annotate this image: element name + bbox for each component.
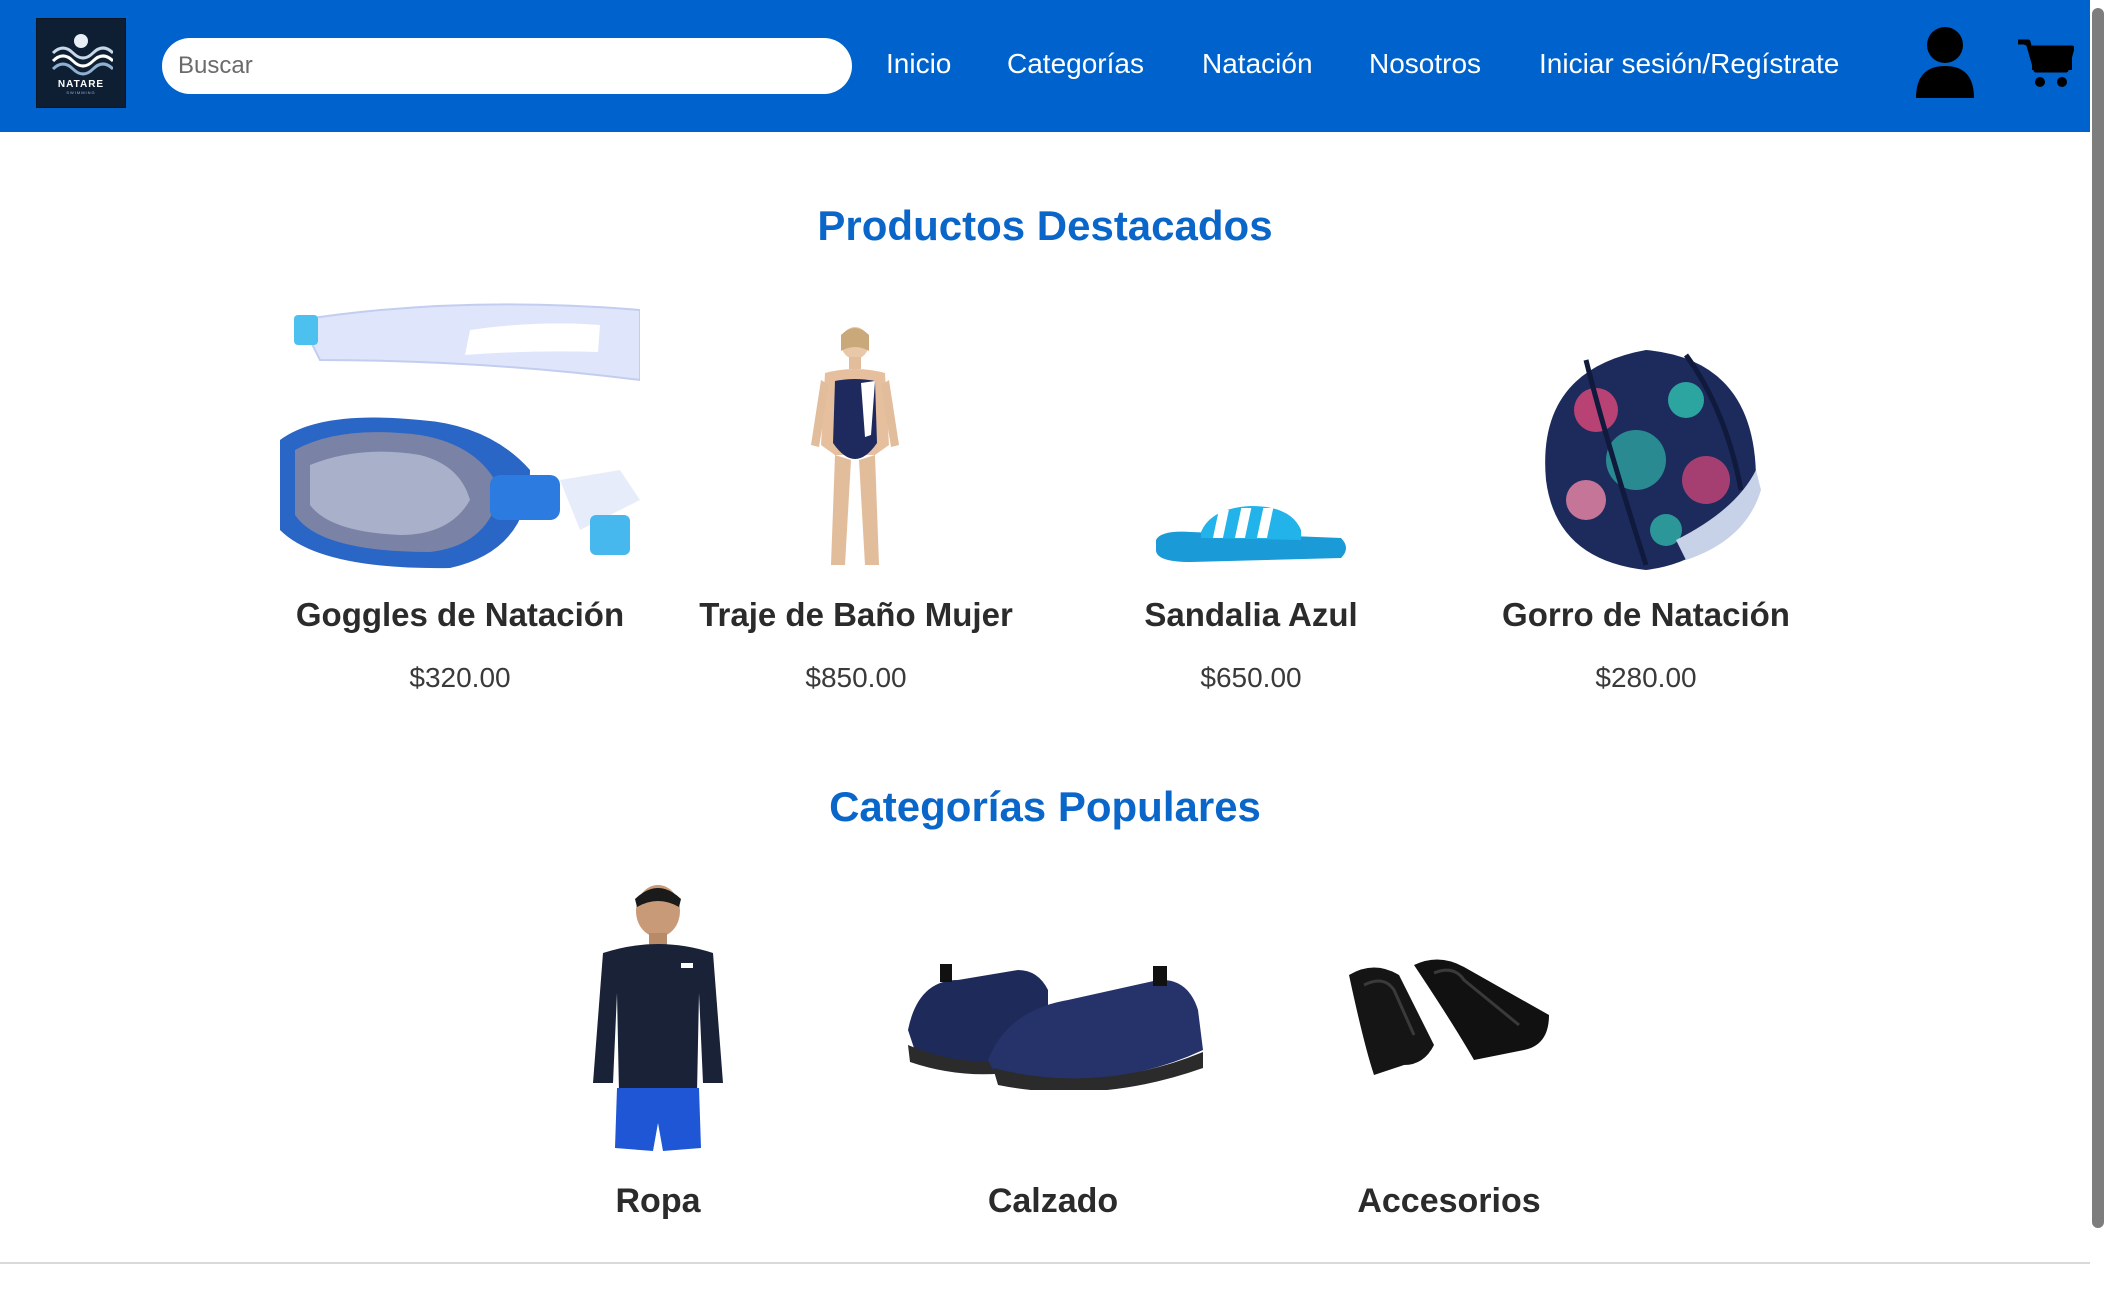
product-image-cap[interactable]: [1456, 300, 1836, 570]
product-price: $850.00: [805, 662, 907, 693]
product-image-goggles[interactable]: [270, 300, 650, 570]
product-card[interactable]: Sandalia Azul $650.00: [1061, 300, 1441, 694]
search-input[interactable]: [162, 38, 852, 94]
category-card[interactable]: Accesorios: [1259, 880, 1639, 1221]
scrollbar-thumb[interactable]: [2092, 8, 2104, 1228]
category-name[interactable]: Ropa: [468, 1182, 848, 1221]
header-bar: NATARE SWIMMING Inicio Categorías Nataci…: [0, 0, 2090, 132]
product-name[interactable]: Gorro de Natación: [1456, 596, 1836, 634]
nav-item-login-register[interactable]: Iniciar sesión/Regístrate: [1539, 48, 1839, 80]
product-card[interactable]: Traje de Baño Mujer $850.00: [666, 300, 1046, 694]
category-name[interactable]: Calzado: [863, 1182, 1243, 1221]
user-icon[interactable]: [1914, 26, 1976, 100]
nav-item-nosotros[interactable]: Nosotros: [1369, 48, 1481, 80]
category-image-calzado[interactable]: [863, 880, 1243, 1160]
category-card[interactable]: Ropa: [468, 880, 848, 1221]
footer-divider: [0, 1262, 2090, 1264]
wave-logo-icon: [51, 34, 113, 76]
nav-item-natacion[interactable]: Natación: [1202, 48, 1313, 80]
product-card[interactable]: Goggles de Natación $320.00: [270, 300, 650, 694]
category-name[interactable]: Accesorios: [1259, 1182, 1639, 1221]
brand-logo[interactable]: NATARE SWIMMING: [36, 18, 126, 108]
logo-text: NATARE: [57, 79, 105, 90]
category-card[interactable]: Calzado: [863, 880, 1243, 1221]
product-price: $650.00: [1200, 662, 1302, 693]
logo-subtext: SWIMMING: [66, 90, 96, 95]
category-image-ropa[interactable]: [468, 880, 848, 1160]
product-name[interactable]: Sandalia Azul: [1061, 596, 1441, 634]
product-price: $320.00: [409, 662, 511, 693]
featured-title: Productos Destacados: [817, 202, 1273, 249]
cart-icon[interactable]: [2016, 36, 2074, 90]
product-card[interactable]: Gorro de Natación $280.00: [1456, 300, 1836, 694]
nav-item-categorias[interactable]: Categorías: [1007, 48, 1144, 80]
product-name[interactable]: Goggles de Natación: [270, 596, 650, 634]
product-image-sandal[interactable]: [1061, 300, 1441, 570]
product-price: $280.00: [1595, 662, 1697, 693]
nav-item-inicio[interactable]: Inicio: [886, 48, 951, 80]
product-image-swimsuit[interactable]: [666, 300, 1046, 570]
product-name[interactable]: Traje de Baño Mujer: [666, 596, 1046, 634]
popular-title: Categorías Populares: [829, 783, 1261, 830]
category-image-accesorios[interactable]: [1259, 880, 1639, 1160]
